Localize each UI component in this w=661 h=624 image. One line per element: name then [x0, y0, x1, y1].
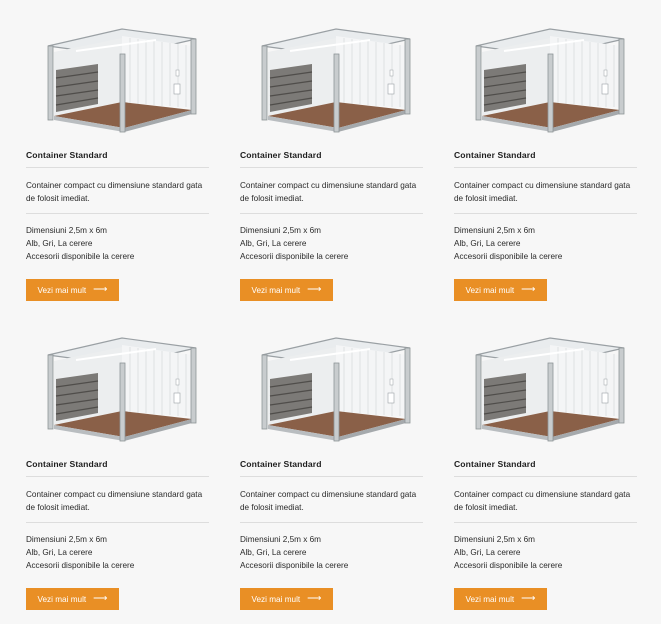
arrow-right-icon: ⟶ — [93, 593, 108, 604]
product-title: Container Standard — [26, 459, 108, 469]
product-specs: Dimensiuni 2,5m x 6m Alb, Gri, La cerere A… — [240, 224, 423, 263]
view-more-button[interactable]: Vezi mai mult ⟶ — [454, 279, 547, 301]
product-grid: Container Standard Container compact cu d… — [0, 0, 661, 624]
spec-line: Alb, Gri, La cerere — [454, 239, 521, 248]
view-more-button[interactable]: Vezi mai mult ⟶ — [26, 279, 119, 301]
spec-line: Dimensiuni 2,5m x 6m — [454, 226, 535, 235]
arrow-right-icon: ⟶ — [93, 284, 108, 295]
view-more-label: Vezi mai mult — [37, 285, 87, 295]
divider — [26, 213, 209, 214]
view-more-label: Vezi mai mult — [465, 285, 515, 295]
product-description: Container compact cu dimensiune standard… — [26, 181, 203, 203]
spec-line: Accesorii disponibile la cerere — [454, 561, 563, 570]
spec-line: Accesorii disponibile la cerere — [240, 252, 349, 261]
view-more-button[interactable]: Vezi mai mult ⟶ — [240, 279, 333, 301]
product-image[interactable] — [26, 335, 209, 442]
spec-line: Dimensiuni 2,5m x 6m — [240, 226, 321, 235]
product-card: Container Standard Container compact cu d… — [454, 26, 637, 301]
spec-line: Accesorii disponibile la cerere — [240, 561, 349, 570]
divider — [240, 213, 423, 214]
arrow-right-icon: ⟶ — [307, 593, 322, 604]
spec-line: Dimensiuni 2,5m x 6m — [454, 535, 535, 544]
product-image[interactable] — [240, 335, 423, 442]
spec-line: Accesorii disponibile la cerere — [454, 252, 563, 261]
view-more-label: Vezi mai mult — [37, 594, 87, 604]
product-title: Container Standard — [454, 459, 536, 469]
arrow-right-icon: ⟶ — [307, 284, 322, 295]
product-description: Container compact cu dimensiune standard… — [240, 181, 417, 203]
product-image[interactable] — [454, 335, 637, 442]
divider — [26, 522, 209, 523]
spec-line: Alb, Gri, La cerere — [240, 239, 307, 248]
product-title: Container Standard — [240, 150, 322, 160]
product-specs: Dimensiuni 2,5m x 6m Alb, Gri, La cerere A… — [26, 533, 209, 572]
product-specs: Dimensiuni 2,5m x 6m Alb, Gri, La cerere A… — [454, 533, 637, 572]
product-card: Container Standard Container compact cu d… — [26, 335, 209, 610]
arrow-right-icon: ⟶ — [521, 593, 536, 604]
product-image[interactable] — [454, 26, 637, 133]
product-description: Container compact cu dimensiune standard… — [240, 490, 417, 512]
spec-line: Alb, Gri, La cerere — [26, 548, 93, 557]
divider — [26, 167, 209, 168]
divider — [240, 167, 423, 168]
divider — [454, 522, 637, 523]
product-specs: Dimensiuni 2,5m x 6m Alb, Gri, La cerere A… — [454, 224, 637, 263]
product-card: Container Standard Container compact cu d… — [240, 335, 423, 610]
view-more-button[interactable]: Vezi mai mult ⟶ — [454, 588, 547, 610]
product-title: Container Standard — [454, 150, 536, 160]
product-specs: Dimensiuni 2,5m x 6m Alb, Gri, La cerere A… — [240, 533, 423, 572]
divider — [454, 213, 637, 214]
product-title: Container Standard — [240, 459, 322, 469]
view-more-label: Vezi mai mult — [465, 594, 515, 604]
arrow-right-icon: ⟶ — [521, 284, 536, 295]
product-card: Container Standard Container compact cu d… — [454, 335, 637, 610]
product-title: Container Standard — [26, 150, 108, 160]
spec-line: Alb, Gri, La cerere — [240, 548, 307, 557]
view-more-label: Vezi mai mult — [251, 285, 301, 295]
spec-line: Dimensiuni 2,5m x 6m — [240, 535, 321, 544]
spec-line: Dimensiuni 2,5m x 6m — [26, 535, 107, 544]
divider — [26, 476, 209, 477]
view-more-button[interactable]: Vezi mai mult ⟶ — [240, 588, 333, 610]
product-image[interactable] — [240, 26, 423, 133]
product-image[interactable] — [26, 26, 209, 133]
product-card: Container Standard Container compact cu d… — [240, 26, 423, 301]
spec-line: Dimensiuni 2,5m x 6m — [26, 226, 107, 235]
product-description: Container compact cu dimensiune standard… — [26, 490, 203, 512]
product-card: Container Standard Container compact cu d… — [26, 26, 209, 301]
divider — [240, 476, 423, 477]
divider — [454, 167, 637, 168]
spec-line: Accesorii disponibile la cerere — [26, 561, 135, 570]
product-specs: Dimensiuni 2,5m x 6m Alb, Gri, La cerere A… — [26, 224, 209, 263]
divider — [454, 476, 637, 477]
product-description: Container compact cu dimensiune standard… — [454, 490, 631, 512]
spec-line: Alb, Gri, La cerere — [26, 239, 93, 248]
view-more-label: Vezi mai mult — [251, 594, 301, 604]
view-more-button[interactable]: Vezi mai mult ⟶ — [26, 588, 119, 610]
product-description: Container compact cu dimensiune standard… — [454, 181, 631, 203]
divider — [240, 522, 423, 523]
spec-line: Accesorii disponibile la cerere — [26, 252, 135, 261]
spec-line: Alb, Gri, La cerere — [454, 548, 521, 557]
